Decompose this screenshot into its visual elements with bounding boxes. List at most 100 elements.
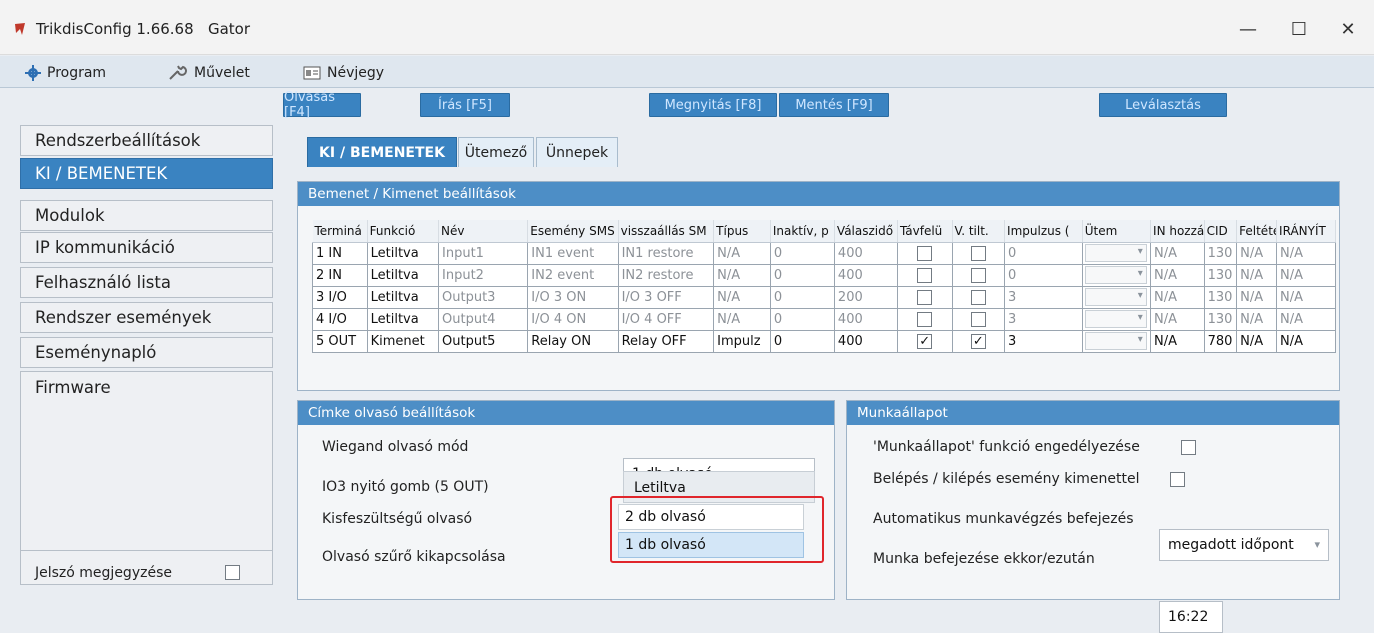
io-column-header[interactable]: Esemény SMS xyxy=(527,220,619,243)
io-column-header[interactable]: Feltétel xyxy=(1236,220,1278,243)
io-cell-pulse[interactable]: 0 xyxy=(1004,241,1083,265)
sidebar-item-felhasznalo-lista[interactable]: Felhasználó lista xyxy=(20,267,273,298)
tab-ki-bemenetek[interactable]: KI / BEMENETEK xyxy=(307,137,457,167)
io-cell-cid[interactable]: 130 xyxy=(1203,241,1238,265)
checkbox[interactable] xyxy=(917,245,933,261)
io-column-header[interactable]: Név xyxy=(438,220,529,243)
io-cell-in_assign[interactable]: N/A xyxy=(1150,263,1205,287)
dropdown-option-1-reader[interactable]: 1 db olvasó xyxy=(618,532,804,558)
io-cell-terminal[interactable]: 3 I/O xyxy=(312,285,368,309)
io-cell-cid[interactable]: 130 xyxy=(1203,307,1238,331)
io-cell-type[interactable]: N/A xyxy=(713,285,771,309)
io-cell-event[interactable]: Relay ON xyxy=(527,329,619,353)
io-cell-function[interactable]: Letiltva xyxy=(366,285,440,309)
tab-utemezo[interactable]: Ütemező xyxy=(458,137,534,167)
io-cell-pulse[interactable]: 3 xyxy=(1004,329,1083,353)
io-cell-control[interactable]: N/A xyxy=(1276,241,1336,265)
io-cell-response[interactable]: 400 xyxy=(833,329,898,353)
io-column-header[interactable]: V. tilt. xyxy=(952,220,1006,243)
io-cell-inactive[interactable]: 0 xyxy=(769,307,835,331)
io-cell-restore[interactable]: I/O 3 OFF xyxy=(617,285,715,309)
io-cell-terminal[interactable]: 2 IN xyxy=(312,263,368,287)
sidebar-item-ki-bemenetek[interactable]: KI / BEMENETEK xyxy=(20,158,273,189)
io-column-header[interactable]: Funkció xyxy=(367,220,440,243)
io-column-header[interactable]: Impulzus ( xyxy=(1004,220,1083,243)
write-button[interactable]: Írás [F5] xyxy=(420,93,510,117)
io-cell-pulse[interactable]: 3 xyxy=(1004,307,1083,331)
schedule-select[interactable] xyxy=(1084,310,1147,328)
io-cell-inactive[interactable]: 0 xyxy=(769,263,835,287)
io-cell-type[interactable]: N/A xyxy=(713,263,771,287)
io-cell-condition[interactable]: N/A xyxy=(1236,263,1278,287)
remember-password-checkbox[interactable] xyxy=(225,565,240,580)
io-column-header[interactable]: IN hozzá xyxy=(1150,220,1205,243)
schedule-select[interactable] xyxy=(1084,244,1147,262)
io-cell-in_assign[interactable]: N/A xyxy=(1150,241,1205,265)
checkbox[interactable] xyxy=(970,267,986,283)
auto-finish-select[interactable]: megadott időpont ▾ xyxy=(1159,529,1329,561)
io-column-header[interactable]: IRÁNYÍT xyxy=(1276,220,1336,243)
io-cell-restore[interactable]: IN2 restore xyxy=(617,263,715,287)
io-cell-control[interactable]: N/A xyxy=(1276,263,1336,287)
checkbox[interactable] xyxy=(970,289,986,305)
io-column-header[interactable]: Inaktív, p xyxy=(770,220,835,243)
io-cell-name[interactable]: Output5 xyxy=(438,329,529,353)
io-column-header[interactable]: Ütem xyxy=(1082,220,1152,243)
checkbox[interactable] xyxy=(917,311,933,327)
sidebar-item-rendszerbeallitasok[interactable]: Rendszerbeállítások xyxy=(20,125,273,156)
close-button[interactable]: ✕ xyxy=(1325,14,1371,44)
io-cell-event[interactable]: IN1 event xyxy=(527,241,619,265)
checkbox[interactable] xyxy=(917,289,933,305)
io-column-header[interactable]: Válaszidő xyxy=(834,220,898,243)
checkbox-checked[interactable]: ✓ xyxy=(917,333,933,349)
io-cell-name[interactable]: Input2 xyxy=(438,263,529,287)
sidebar-item-rendszer-esemenyek[interactable]: Rendszer események xyxy=(20,302,273,333)
menu-muvelet[interactable]: Művelet xyxy=(168,62,250,84)
work-end-time-input[interactable]: 16:22 xyxy=(1159,601,1223,633)
io-cell-type[interactable]: N/A xyxy=(713,307,771,331)
io-cell-function[interactable]: Kimenet xyxy=(366,329,440,353)
checkbox[interactable] xyxy=(917,267,933,283)
io-cell-in_assign[interactable]: N/A xyxy=(1150,307,1205,331)
io-column-header[interactable]: Típus xyxy=(713,220,771,243)
maximize-button[interactable]: ☐ xyxy=(1276,14,1322,44)
sidebar-item-modulok[interactable]: Modulok xyxy=(20,200,273,231)
io-cell-cid[interactable]: 130 xyxy=(1203,285,1238,309)
io-column-header[interactable]: Terminá xyxy=(312,220,368,243)
io-cell-in_assign[interactable]: N/A xyxy=(1150,329,1205,353)
io-cell-event[interactable]: I/O 3 ON xyxy=(527,285,619,309)
sidebar-item-firmware[interactable]: Firmware xyxy=(20,371,273,571)
io-cell-response[interactable]: 200 xyxy=(833,285,898,309)
sidebar-item-esemenynaplo[interactable]: Eseménynapló xyxy=(20,337,273,368)
checkbox-checked[interactable]: ✓ xyxy=(970,333,986,349)
io-column-header[interactable]: Távfelü xyxy=(897,220,953,243)
io-cell-terminal[interactable]: 5 OUT xyxy=(312,329,368,353)
io-cell-terminal[interactable]: 1 IN xyxy=(312,241,368,265)
io-cell-condition[interactable]: N/A xyxy=(1236,329,1278,353)
io-cell-response[interactable]: 400 xyxy=(833,241,898,265)
schedule-select[interactable] xyxy=(1084,332,1147,350)
io-cell-name[interactable]: Output3 xyxy=(438,285,529,309)
io-cell-type[interactable]: N/A xyxy=(713,241,771,265)
io-cell-event[interactable]: I/O 4 ON xyxy=(527,307,619,331)
minimize-button[interactable]: — xyxy=(1225,14,1271,44)
io-cell-inactive[interactable]: 0 xyxy=(769,329,835,353)
tab-unnepek[interactable]: Ünnepek xyxy=(536,137,618,167)
read-button[interactable]: Olvasás [F4] xyxy=(283,90,361,120)
dropdown-option-2-readers[interactable]: 2 db olvasó xyxy=(618,504,804,530)
io-cell-in_assign[interactable]: N/A xyxy=(1150,285,1205,309)
io-cell-inactive[interactable]: 0 xyxy=(769,241,835,265)
io-cell-cid[interactable]: 130 xyxy=(1203,263,1238,287)
checkbox[interactable] xyxy=(970,311,986,327)
inout-checkbox[interactable] xyxy=(1170,472,1185,487)
io-cell-event[interactable]: IN2 event xyxy=(527,263,619,287)
io-cell-terminal[interactable]: 4 I/O xyxy=(312,307,368,331)
io-cell-name[interactable]: Input1 xyxy=(438,241,529,265)
disconnect-button[interactable]: Leválasztás xyxy=(1099,93,1227,117)
checkbox[interactable] xyxy=(970,245,986,261)
io-cell-condition[interactable]: N/A xyxy=(1236,241,1278,265)
io-cell-function[interactable]: Letiltva xyxy=(366,263,440,287)
io-cell-pulse[interactable]: 3 xyxy=(1004,285,1083,309)
io-cell-control[interactable]: N/A xyxy=(1276,285,1336,309)
io-column-header[interactable]: CID xyxy=(1204,220,1238,243)
